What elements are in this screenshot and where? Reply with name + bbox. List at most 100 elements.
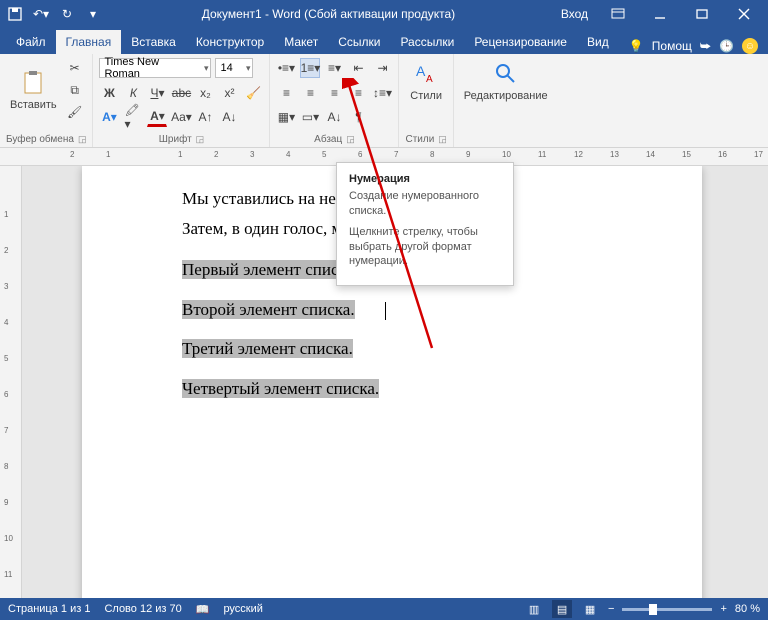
line-spacing-icon[interactable]: ↕≡▾ xyxy=(372,83,392,103)
superscript-button[interactable]: x² xyxy=(219,83,239,103)
status-page[interactable]: Страница 1 из 1 xyxy=(8,603,90,615)
bullets-button[interactable]: •≡▾ xyxy=(276,58,296,78)
undo-icon[interactable]: ↶▾ xyxy=(30,3,52,25)
tooltip-hint: Щелкните стрелку, чтобы выбрать другой ф… xyxy=(349,225,501,270)
tab-view[interactable]: Вид xyxy=(577,30,619,54)
ruler-vertical[interactable]: 123456789101112 xyxy=(0,166,22,618)
bold-button[interactable]: Ж xyxy=(99,83,119,103)
svg-text:A: A xyxy=(426,74,433,85)
view-web-icon[interactable]: ▦ xyxy=(580,600,600,618)
font-color-icon[interactable]: A▾ xyxy=(147,107,167,127)
status-language[interactable]: русский xyxy=(223,603,262,615)
subscript-button[interactable]: x₂ xyxy=(195,83,215,103)
borders-icon[interactable]: ▭▾ xyxy=(300,107,320,127)
group-clipboard-label: Буфер обмена xyxy=(6,134,74,145)
ribbon: Вставить ✂ ⧉ 🖌 Буфер обмена ◲ Times New R… xyxy=(0,54,768,148)
close-icon[interactable] xyxy=(724,0,764,28)
tooltip-numbering: Нумерация Создание нумерованного списка.… xyxy=(336,162,514,286)
highlight-icon[interactable]: 🖍▾ xyxy=(123,107,143,127)
tab-file[interactable]: Файл xyxy=(6,30,56,54)
tab-design[interactable]: Конструктор xyxy=(186,30,274,54)
history-icon[interactable]: 🕒 xyxy=(719,39,734,53)
copy-icon[interactable]: ⧉ xyxy=(65,80,85,100)
tab-mailings[interactable]: Рассылки xyxy=(390,30,464,54)
tooltip-desc: Создание нумерованного списка. xyxy=(349,189,501,219)
shading-icon[interactable]: ▦▾ xyxy=(276,107,296,127)
group-paragraph-label: Абзац xyxy=(314,134,342,145)
multilevel-button[interactable]: ≡▾ xyxy=(324,58,344,78)
underline-button[interactable]: Ч▾ xyxy=(147,83,167,103)
align-right-icon[interactable]: ≡ xyxy=(324,83,344,103)
tab-home[interactable]: Главная xyxy=(56,30,122,54)
decrease-indent-icon[interactable]: ⇤ xyxy=(348,58,368,78)
quick-access-toolbar: ↶▾ ↻ ▾ xyxy=(4,3,104,25)
status-words[interactable]: Слово 12 из 70 xyxy=(104,603,181,615)
group-editing: Редактирование xyxy=(454,54,558,147)
ribbon-tabs: Файл Главная Вставка Конструктор Макет С… xyxy=(0,28,768,54)
window-title: Документ1 - Word (Сбой активации продукт… xyxy=(104,7,553,21)
list-item[interactable]: Четвертый элемент списка. xyxy=(182,379,379,398)
font-family-combo[interactable]: Times New Roman xyxy=(99,58,211,78)
font-launcher-icon[interactable]: ◲ xyxy=(196,134,205,144)
ribbon-display-icon[interactable] xyxy=(598,0,638,28)
change-case-button[interactable]: Aa▾ xyxy=(171,107,191,127)
zoom-in-button[interactable]: + xyxy=(720,603,726,615)
increase-indent-icon[interactable]: ⇥ xyxy=(372,58,392,78)
maximize-icon[interactable] xyxy=(682,0,722,28)
group-font-label: Шрифт xyxy=(159,134,192,145)
font-size-combo[interactable]: 14 xyxy=(215,58,253,78)
group-clipboard: Вставить ✂ ⧉ 🖌 Буфер обмена ◲ xyxy=(0,54,93,147)
svg-text:A: A xyxy=(416,63,426,79)
italic-button[interactable]: К xyxy=(123,83,143,103)
grow-font-icon[interactable]: A↑ xyxy=(195,107,215,127)
sort-icon[interactable]: A↓ xyxy=(324,107,344,127)
show-marks-icon[interactable]: ¶ xyxy=(348,107,368,127)
login-link[interactable]: Вход xyxy=(553,7,596,21)
align-center-icon[interactable]: ≡ xyxy=(300,83,320,103)
shrink-font-icon[interactable]: A↓ xyxy=(219,107,239,127)
qat-customize-icon[interactable]: ▾ xyxy=(82,3,104,25)
cut-icon[interactable]: ✂ xyxy=(65,58,85,78)
list-item[interactable]: Второй элемент списка. xyxy=(182,300,355,319)
zoom-out-button[interactable]: − xyxy=(608,603,614,615)
statusbar: Страница 1 из 1 Слово 12 из 70 📖 русский… xyxy=(0,598,768,620)
tab-references[interactable]: Ссылки xyxy=(328,30,390,54)
align-left-icon[interactable]: ≡ xyxy=(276,83,296,103)
save-icon[interactable] xyxy=(4,3,26,25)
paragraph-launcher-icon[interactable]: ◲ xyxy=(346,134,355,144)
view-read-icon[interactable]: ▥ xyxy=(524,600,544,618)
feedback-icon[interactable]: ☺ xyxy=(742,38,758,54)
justify-icon[interactable]: ≡ xyxy=(348,83,368,103)
editing-button[interactable]: Редактирование xyxy=(460,58,552,104)
group-styles-label: Стили xyxy=(405,134,434,145)
zoom-level[interactable]: 80 % xyxy=(735,603,760,615)
group-styles: AA Стили Стили ◲ xyxy=(399,54,453,147)
list-item[interactable]: Третий элемент списка. xyxy=(182,339,353,358)
share-icon[interactable]: ⮩ xyxy=(700,39,711,54)
strike-button[interactable]: abc xyxy=(171,83,191,103)
text-cursor xyxy=(385,302,386,320)
numbering-button[interactable]: 1≡▾ xyxy=(300,58,320,78)
format-painter-icon[interactable]: 🖌 xyxy=(65,102,85,122)
list-item[interactable]: Первый элемент списка. xyxy=(182,260,358,279)
tab-review[interactable]: Рецензирование xyxy=(464,30,577,54)
tab-insert[interactable]: Вставка xyxy=(121,30,186,54)
tab-layout[interactable]: Макет xyxy=(274,30,328,54)
group-font: Times New Roman 14 Ж К Ч▾ abc x₂ x² 🧹 A▾… xyxy=(93,54,270,147)
redo-icon[interactable]: ↻ xyxy=(56,3,78,25)
styles-launcher-icon[interactable]: ◲ xyxy=(438,134,447,144)
text-effects-icon[interactable]: A▾ xyxy=(99,107,119,127)
tell-me-icon[interactable]: 💡 xyxy=(629,39,644,53)
tooltip-title: Нумерация xyxy=(349,173,501,185)
styles-button[interactable]: AA Стили xyxy=(405,58,446,104)
paste-button[interactable]: Вставить xyxy=(6,67,61,113)
tell-me-label[interactable]: Помощ xyxy=(652,39,692,53)
clipboard-launcher-icon[interactable]: ◲ xyxy=(78,134,87,144)
group-paragraph: •≡▾ 1≡▾ ≡▾ ⇤ ⇥ ≡ ≡ ≡ ≡ ↕≡▾ ▦▾ ▭▾ A↓ ¶ Аб… xyxy=(270,54,399,147)
view-print-icon[interactable]: ▤ xyxy=(552,600,572,618)
minimize-icon[interactable] xyxy=(640,0,680,28)
zoom-slider[interactable] xyxy=(622,608,712,611)
titlebar: ↶▾ ↻ ▾ Документ1 - Word (Сбой активации … xyxy=(0,0,768,28)
clear-format-icon[interactable]: 🧹 xyxy=(243,83,263,103)
spellcheck-icon[interactable]: 📖 xyxy=(196,603,210,616)
